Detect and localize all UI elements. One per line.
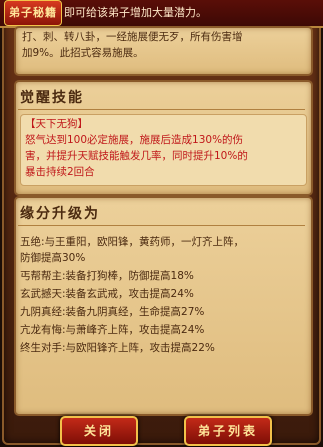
fate-row: 亢龙有悔:与萧峰齐上阵，攻击提高24%: [20, 324, 205, 336]
intro-line-1: 打、刺、转八卦，一经施展便无歹，所有伤害增: [22, 31, 243, 43]
awakening-desc-3: 暴击持续2回合: [25, 166, 95, 178]
banner-badge: 弟子秘籍: [4, 0, 62, 26]
fate-panel: 缘分升级为 五绝:与王重阳，欧阳锋，黄药师，一灯齐上阵， 防御提高30% 丐帮帮…: [14, 196, 313, 416]
fate-row: 终生对手:与欧阳锋齐上阵，攻击提高22%: [20, 342, 215, 354]
intro-panel: 打、刺、转八卦，一经施展便无歹，所有伤害增 加9%。此招式容易施展。: [14, 26, 313, 76]
fate-row: 丐帮帮主:装备打狗棒，防御提高18%: [20, 270, 194, 282]
intro-line-2: 加9%。此招式容易施展。: [22, 47, 144, 59]
fate-row: 防御提高30%: [20, 252, 86, 264]
awakening-divider: [18, 109, 305, 110]
awakening-title: 觉醒技能: [20, 90, 84, 106]
close-button[interactable]: 关闭: [60, 416, 138, 446]
fate-title: 缘分升级为: [20, 206, 100, 222]
fate-divider: [18, 225, 305, 226]
banner-text: 即可给该弟子增加大量潜力。: [64, 6, 207, 19]
awakening-desc-2: 害，并提升天赋技能触发几率，同时提升10%的: [25, 150, 248, 162]
awakening-desc-1: 怒气达到100必定施展，施展后造成130%的伤: [25, 134, 244, 146]
fate-row: 九阴真经:装备九阴真经，生命提高27%: [20, 306, 205, 318]
fate-row: 五绝:与王重阳，欧阳锋，黄药师，一灯齐上阵，: [20, 236, 245, 248]
disciple-list-button[interactable]: 弟子列表: [184, 416, 272, 446]
awakening-skill-name: 【天下无狗】: [25, 118, 88, 130]
top-banner: 弟子秘籍 即可给该弟子增加大量潜力。: [0, 0, 323, 28]
awakening-panel: 觉醒技能 【天下无狗】 怒气达到100必定施展，施展后造成130%的伤 害，并提…: [14, 80, 313, 196]
awakening-skill-box: 【天下无狗】 怒气达到100必定施展，施展后造成130%的伤 害，并提升天赋技能…: [20, 114, 307, 186]
fate-row: 玄武撼天:装备玄武戒，攻击提高24%: [20, 288, 194, 300]
